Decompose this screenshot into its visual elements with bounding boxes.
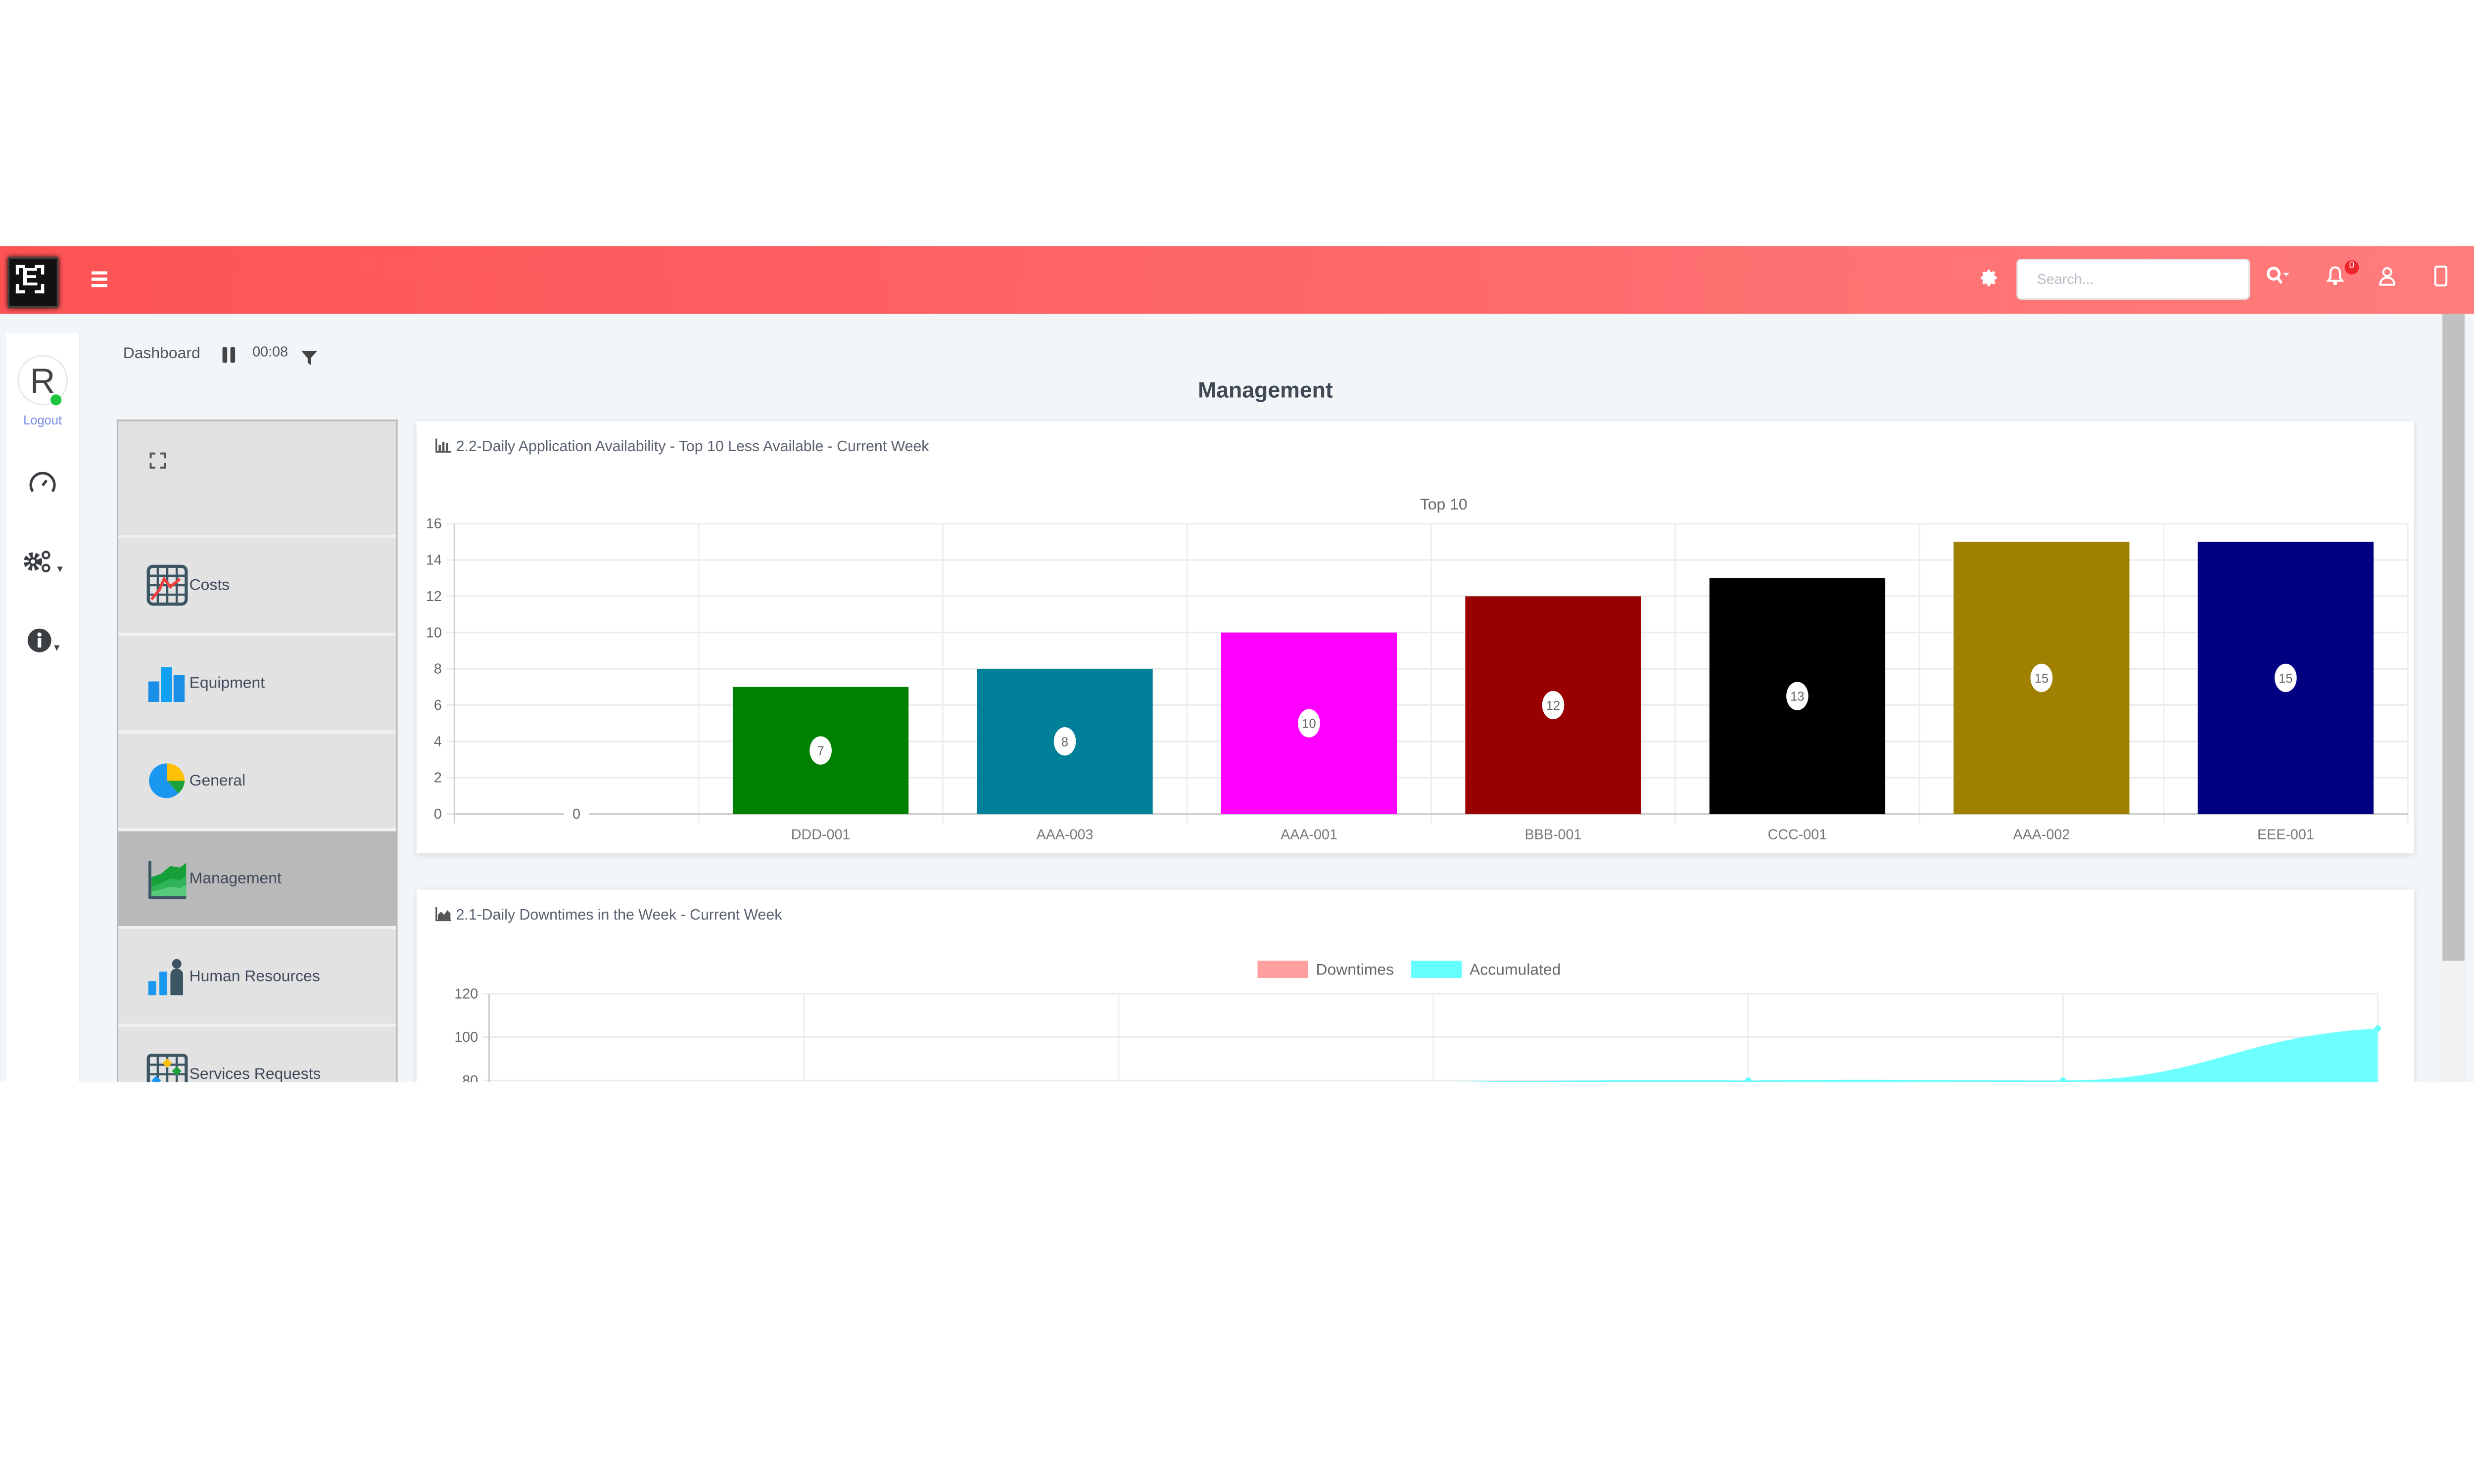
menu-item-general[interactable]: General xyxy=(118,734,396,832)
x-tick-label: AAA-002 xyxy=(2013,827,2070,842)
menu-item-label: Costs xyxy=(189,576,230,594)
data-label: 12 xyxy=(1546,699,1560,713)
left-rail: R Logout ▾ ▾ xyxy=(6,332,81,1082)
y-tick-label: 12 xyxy=(426,589,442,604)
y-tick-label: 14 xyxy=(426,553,442,568)
y-tick-label: 16 xyxy=(426,516,442,532)
gears-icon[interactable]: ▾ xyxy=(19,548,66,582)
y-tick-label: 10 xyxy=(426,625,442,641)
logo-letter: E xyxy=(15,265,45,294)
chart-title: Top 10 xyxy=(1420,495,1468,513)
x-tick-label: DDD-001 xyxy=(791,827,851,842)
gears-caret-icon: ▾ xyxy=(57,564,63,576)
costs-chart-icon xyxy=(146,564,188,606)
menu-header xyxy=(118,421,396,538)
x-tick-label: AAA-001 xyxy=(1281,827,1337,842)
y-tick-label: 80 xyxy=(462,1073,478,1082)
data-point xyxy=(2059,1077,2066,1082)
menu-item-equipment[interactable]: Equipment xyxy=(118,636,396,734)
y-tick-label: 4 xyxy=(434,734,442,749)
services-grid-icon xyxy=(146,1054,188,1082)
y-tick-label: 120 xyxy=(454,986,478,1002)
logout-link[interactable]: Logout xyxy=(6,413,79,427)
legend-label: Accumulated xyxy=(1470,961,1561,978)
refresh-timer: 00:08 xyxy=(252,344,288,360)
y-tick-label: 6 xyxy=(434,697,442,713)
y-tick-label: 8 xyxy=(434,661,442,677)
panel-toggle-icon[interactable] xyxy=(2433,265,2449,293)
hr-chart-icon xyxy=(148,959,183,996)
bell-icon[interactable] xyxy=(2326,265,2344,293)
menu-item-management[interactable]: Management xyxy=(118,831,396,929)
x-tick-label: EEE-001 xyxy=(2257,827,2314,842)
filter-icon[interactable] xyxy=(300,347,319,366)
app-window: E R Logout xyxy=(0,246,2474,1082)
top-navbar: E xyxy=(0,246,2474,314)
equipment-bars-icon xyxy=(148,667,185,702)
data-label: 15 xyxy=(2035,672,2048,686)
data-label: 15 xyxy=(2279,672,2292,686)
availability-card: 2.2-Daily Application Availability - Top… xyxy=(416,421,2414,854)
availability-bar-chart: Top 10 0 2 4 6 8 10 12 14 16 0 7 DDD-001 8 AAA-003 10… xyxy=(426,495,2409,842)
search-dropdown-icon[interactable] xyxy=(2266,265,2291,293)
pie-chart-icon xyxy=(149,763,185,798)
menu-item-services-requests[interactable]: Services Requests xyxy=(118,1027,396,1082)
y-tick-label: 2 xyxy=(434,770,442,786)
user-icon[interactable] xyxy=(2378,265,2397,293)
search-input[interactable] xyxy=(2016,258,2250,300)
gear-icon[interactable] xyxy=(1979,268,2001,290)
screen: E R Logout xyxy=(0,0,2474,1483)
info-icon[interactable]: ▾ xyxy=(19,626,66,661)
legend-swatch-downtimes xyxy=(1257,960,1308,978)
breadcrumb-dashboard[interactable]: Dashboard xyxy=(123,345,200,363)
menu-item-label: Human Resources xyxy=(189,968,320,985)
speedometer-icon[interactable] xyxy=(19,468,66,503)
pause-icon[interactable] xyxy=(222,347,237,363)
info-caret-icon: ▾ xyxy=(54,643,60,654)
data-label: 10 xyxy=(1302,717,1316,731)
menu-item-costs[interactable]: Costs xyxy=(118,538,396,636)
x-tick-label: BBB-001 xyxy=(1525,827,1582,842)
downtimes-card: 2.1-Daily Downtimes in the Week - Curren… xyxy=(416,889,2414,1082)
legend-swatch-accumulated xyxy=(1411,960,1462,978)
expand-icon[interactable] xyxy=(148,450,167,469)
page-title: Management xyxy=(1197,377,1333,403)
data-point xyxy=(1745,1077,1752,1082)
menu-item-label: General xyxy=(189,772,246,789)
legend-label: Downtimes xyxy=(1316,961,1394,978)
x-tick-label: CCC-001 xyxy=(1768,827,1827,842)
data-label: 7 xyxy=(817,744,824,758)
downtimes-area-chart: Downtimes Accumulated 80 100 120 xyxy=(454,960,2381,1082)
menu-item-label: Services Requests xyxy=(189,1066,321,1082)
dashboard-menu: Costs Equipment General Management Human… xyxy=(116,419,398,1082)
scrollbar-thumb[interactable] xyxy=(2442,314,2465,961)
data-point xyxy=(2375,1025,2381,1032)
x-tick-label: AAA-003 xyxy=(1037,827,1094,842)
app-logo[interactable]: E xyxy=(7,257,58,308)
data-label: 13 xyxy=(1790,690,1804,704)
y-tick-label: 100 xyxy=(454,1029,478,1045)
menu-item-human-resources[interactable]: Human Resources xyxy=(118,929,396,1027)
area-chart-icon xyxy=(148,861,187,899)
y-tick-label: 0 xyxy=(434,806,442,822)
notification-badge: 0 xyxy=(2344,260,2359,275)
menu-item-label: Equipment xyxy=(189,674,265,692)
data-label: 0 xyxy=(572,806,580,822)
menu-item-label: Management xyxy=(189,870,282,887)
menu-toggle-icon[interactable] xyxy=(91,271,107,287)
data-label: 8 xyxy=(1061,735,1068,749)
